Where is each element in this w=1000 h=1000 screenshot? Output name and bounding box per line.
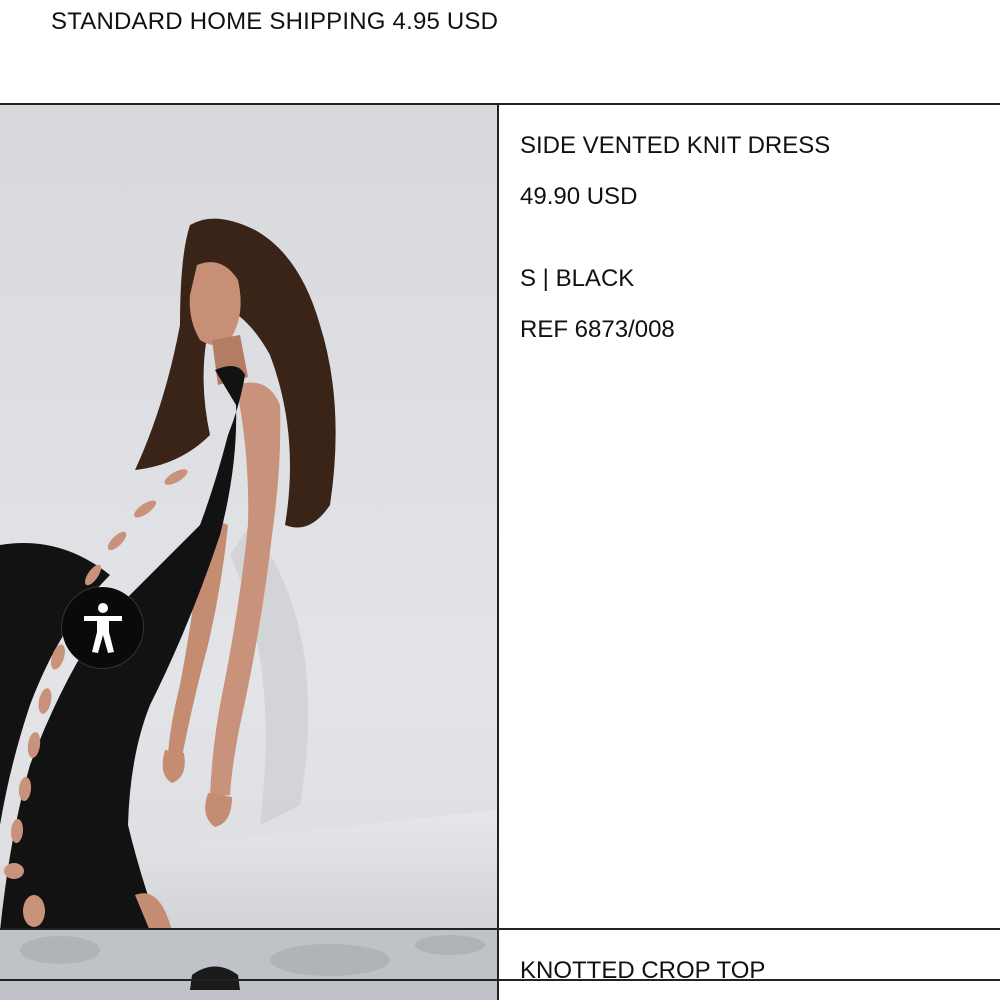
cart-item: KNOTTED CROP TOP (0, 928, 1000, 1000)
product-price: 49.90 USD (520, 183, 638, 210)
product-name[interactable]: SIDE VENTED KNIT DRESS (520, 132, 830, 160)
product-image[interactable] (0, 930, 499, 1000)
product-photo (0, 105, 497, 931)
accessibility-button[interactable] (62, 587, 143, 668)
item-details: SIDE VENTED KNIT DRESS 49.90 USD S | BLA… (520, 105, 1000, 931)
cart-page: STANDARD HOME SHIPPING 4.95 USD SIDE VEN… (0, 0, 1000, 1000)
shipping-banner: STANDARD HOME SHIPPING 4.95 USD (51, 8, 499, 35)
product-variant: S | BLACK (520, 265, 635, 292)
cart-item: SIDE VENTED KNIT DRESS 49.90 USD S | BLA… (0, 103, 1000, 931)
product-photo (0, 930, 497, 1000)
accessibility-person-icon (83, 602, 122, 653)
product-reference: REF 6873/008 (520, 316, 675, 343)
product-image[interactable] (0, 105, 499, 931)
item-details: KNOTTED CROP TOP (520, 930, 1000, 1000)
divider (0, 979, 1000, 981)
